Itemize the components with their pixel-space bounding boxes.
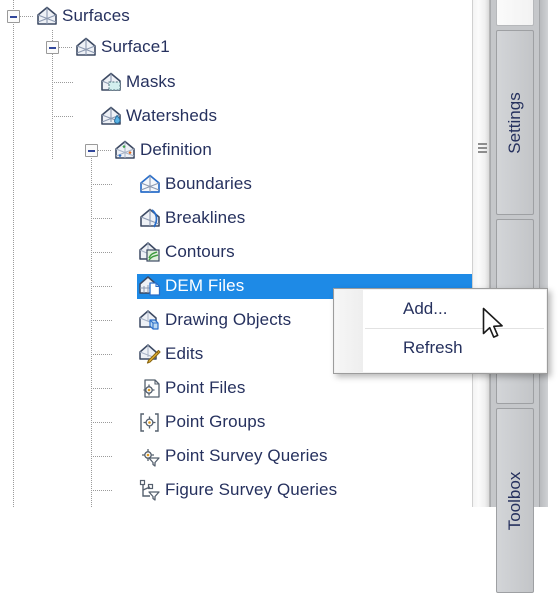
window-right-margin [548,0,558,507]
tree-node-point-survey-queries[interactable]: Point Survey Queries [137,442,332,470]
tab-toolbox[interactable]: Toolbox [496,408,534,593]
drawing-objects-icon [137,308,163,332]
tree-node-boundaries[interactable]: Boundaries [137,170,256,198]
toolspace-tree-panel[interactable]: Surfaces Surface1 Masks Watersheds Defin… [0,0,472,507]
tree-branch-point-groups [91,422,113,423]
tree-branch-definition [98,150,112,151]
definition-icon [112,138,138,162]
watersheds-icon [98,104,124,128]
tree-node-label: Point Groups [165,412,266,431]
tree-node-dem-files[interactable]: DEM Files [137,272,472,300]
tree-node-surfaces[interactable]: Surfaces [34,2,134,30]
masks-icon [98,70,124,94]
dem-files-icon [137,274,163,298]
tree-branch-figure-survey [91,490,113,491]
tree-branch-breaklines [91,218,113,219]
tree-branch-drawing-objects [91,320,113,321]
tree-node-contours[interactable]: Contours [137,238,239,266]
tree-branch-watersheds [52,116,74,117]
tree-branch-point-files [91,388,113,389]
expander-surfaces[interactable] [7,10,20,23]
tab-top-active[interactable] [496,0,534,26]
tree-node-label: Boundaries [165,174,253,193]
tree-node-label: DEM Files [165,276,245,295]
tree-connector-definition [91,158,92,507]
tree-node-label: Breaklines [165,208,246,227]
tree-node-label: Definition [140,140,212,159]
tree-node-label: Surface1 [101,37,170,56]
tab-settings[interactable]: Settings [496,30,534,215]
context-menu[interactable]: Add... Refresh [333,288,548,374]
surface-icon [34,4,60,28]
tree-node-surface1[interactable]: Surface1 [73,33,174,61]
tab-strip-edge [539,0,548,507]
figure-survey-queries-icon [137,478,163,502]
point-files-icon [137,376,163,400]
tree-branch-boundaries [91,184,113,185]
breaklines-icon [137,206,163,230]
tab-label: Toolbox [505,471,524,530]
tree-branch-contours [91,252,113,253]
context-menu-gutter [335,290,363,372]
tree-node-label: Surfaces [62,6,130,25]
toolspace-window: Surfaces Surface1 Masks Watersheds Defin… [0,0,558,593]
tree-node-drawing-objects[interactable]: Drawing Objects [137,306,295,334]
expander-surface1[interactable] [46,41,59,54]
tree-branch-dem-files [91,286,113,287]
point-survey-queries-icon [137,444,163,468]
tab-label: Settings [505,91,524,154]
tree-node-masks[interactable]: Masks [98,68,180,96]
menu-item-refresh[interactable]: Refresh [363,329,546,367]
tree-node-figure-survey-queries[interactable]: Figure Survey Queries [137,476,341,504]
tree-node-watersheds[interactable]: Watersheds [98,102,221,130]
menu-item-add[interactable]: Add... [363,290,546,328]
tree-branch-surface1 [59,47,73,48]
tree-node-label: Contours [165,242,235,261]
tree-node-definition[interactable]: Definition [112,136,216,164]
tree-node-edits[interactable]: Edits [137,340,207,368]
edits-icon [137,342,163,366]
panel-tab-strip: Settings Toolbox [490,0,558,593]
tree-node-label: Edits [165,344,204,363]
tree-node-label: Point Files [165,378,246,397]
tree-branch-masks [52,82,74,83]
contours-icon [137,240,163,264]
tree-node-point-groups[interactable]: Point Groups [137,408,269,436]
tree-branch-edits [91,354,113,355]
tree-node-label: Point Survey Queries [165,446,328,465]
panel-splitter[interactable] [472,0,490,507]
tree-branch-point-survey [91,456,113,457]
tree-branch-surfaces [20,16,34,17]
tree-node-label: Drawing Objects [165,310,292,329]
tree-node-label: Masks [126,72,176,91]
expander-definition[interactable] [85,144,98,157]
tree-node-point-files[interactable]: Point Files [137,374,249,402]
tree-node-breaklines[interactable]: Breaklines [137,204,249,232]
point-groups-icon [137,410,163,434]
tree-node-label: Watersheds [126,106,218,125]
tree-connector-root [13,0,14,507]
splitter-grip-icon [478,143,487,154]
tree-node-label: Figure Survey Queries [165,480,338,499]
boundaries-icon [137,172,163,196]
surface-icon [73,35,99,59]
